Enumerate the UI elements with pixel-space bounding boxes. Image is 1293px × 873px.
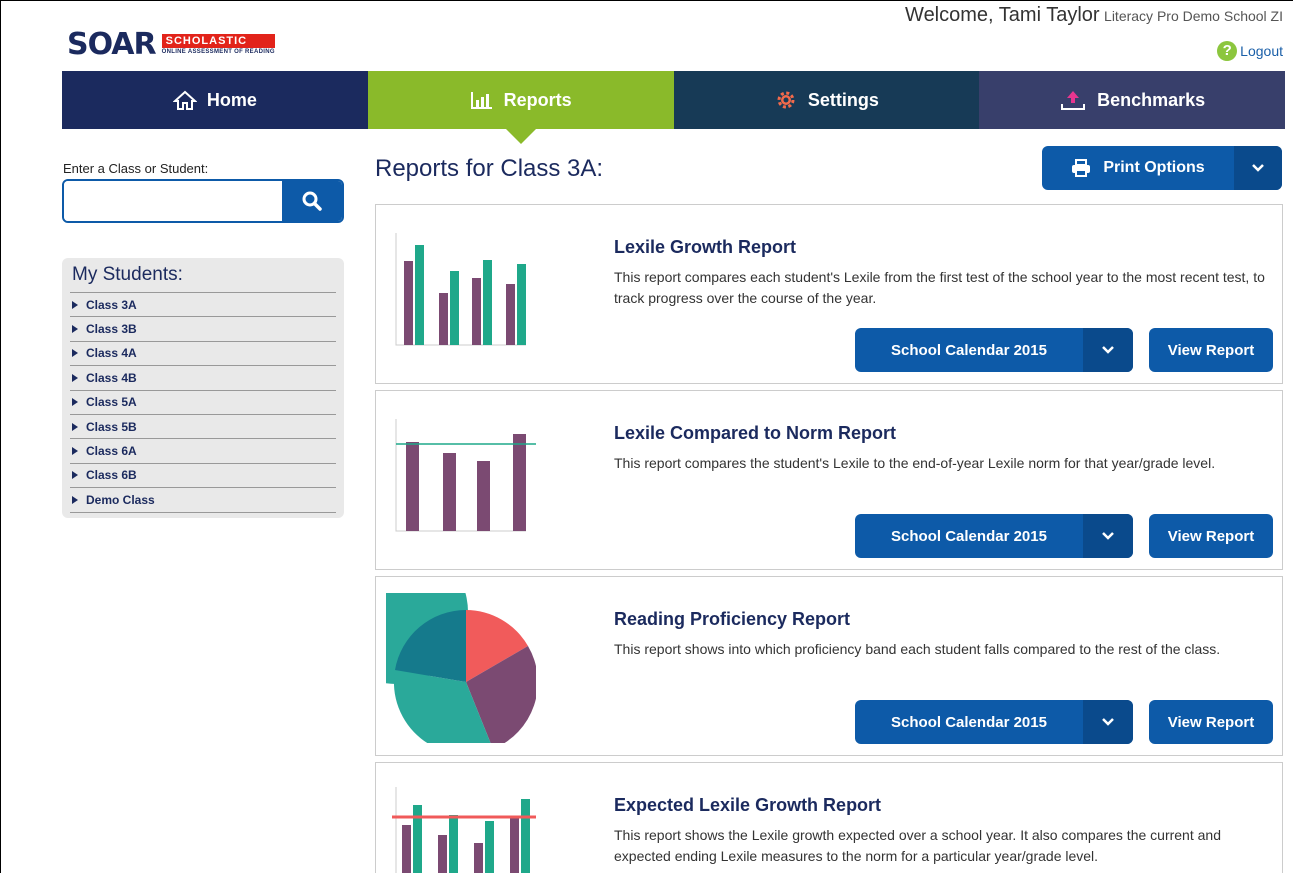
view-report-button[interactable]: View Report: [1149, 700, 1273, 744]
report-card-expected-growth: Expected Lexile Growth Report This repor…: [375, 762, 1283, 873]
search-input[interactable]: [64, 181, 282, 221]
calendar-dropdown[interactable]: [1083, 328, 1133, 372]
report-description: This report shows the Lexile growth expe…: [614, 827, 1221, 864]
lexile-growth-thumbnail: [395, 233, 526, 346]
reading-proficiency-thumbnail: [386, 593, 536, 743]
triangle-right-icon: [72, 471, 78, 480]
calendar-select[interactable]: School Calendar 2015: [855, 514, 1133, 558]
view-report-button[interactable]: View Report: [1149, 328, 1273, 372]
report-description: This report shows into which proficiency…: [614, 641, 1221, 657]
calendar-select[interactable]: School Calendar 2015: [855, 700, 1133, 744]
lexile-norm-thumbnail: [395, 419, 536, 532]
search-label: Enter a Class or Student:: [63, 161, 209, 176]
print-options-label: Print Options: [1103, 159, 1205, 176]
nav-home[interactable]: Home: [62, 71, 368, 129]
class-item[interactable]: Class 3A: [70, 293, 336, 318]
report-card-lexile-norm: Lexile Compared to Norm Report This repo…: [375, 390, 1283, 570]
welcome-message: Welcome, Tami Taylor Literacy Pro Demo S…: [905, 4, 1283, 27]
search-box: [62, 179, 344, 223]
calendar-select-label: School Calendar 2015: [891, 527, 1047, 545]
logout-area: ? Logout: [1217, 41, 1283, 61]
user-name: Tami Taylor: [998, 4, 1100, 26]
triangle-right-icon: [72, 398, 78, 407]
print-options-dropdown[interactable]: [1234, 146, 1282, 190]
class-item[interactable]: Class 6A: [70, 439, 336, 464]
calendar-dropdown[interactable]: [1083, 514, 1133, 558]
report-title: Lexile Compared to Norm Report: [614, 423, 897, 443]
scholastic-badge: SCHOLASTIC: [161, 34, 275, 48]
search-button[interactable]: [282, 181, 342, 221]
triangle-right-icon: [72, 325, 78, 334]
chevron-down-icon: [1102, 532, 1114, 540]
triangle-right-icon: [72, 300, 78, 309]
nav-reports-label: Reports: [503, 89, 572, 110]
report-description: This report compares each student's Lexi…: [614, 269, 1265, 306]
triangle-right-icon: [72, 422, 78, 431]
nav-home-label: Home: [206, 89, 257, 110]
logout-link[interactable]: Logout: [1240, 43, 1283, 59]
bar-chart-icon: [470, 92, 492, 109]
students-title: My Students:: [70, 262, 336, 293]
logo-subtitle: ONLINE ASSESSMENT OF READING: [161, 49, 275, 55]
class-item[interactable]: Class 5B: [70, 415, 336, 440]
nav-benchmarks-label: Benchmarks: [1097, 89, 1206, 110]
view-report-button[interactable]: View Report: [1149, 514, 1273, 558]
chevron-down-icon: [1102, 718, 1114, 726]
class-item[interactable]: Class 6B: [70, 464, 336, 489]
welcome-prefix: Welcome,: [905, 4, 999, 26]
report-description: This report compares the student's Lexil…: [614, 455, 1216, 471]
calendar-dropdown[interactable]: [1083, 700, 1133, 744]
logo-text: SOAR: [67, 27, 157, 62]
chevron-down-icon: [1102, 346, 1114, 354]
triangle-right-icon: [72, 349, 78, 358]
class-item[interactable]: Class 4A: [70, 342, 336, 367]
class-item[interactable]: Class 5A: [70, 391, 336, 415]
print-options-button[interactable]: Print Options: [1042, 146, 1282, 190]
triangle-right-icon: [72, 373, 78, 382]
nav-settings-label: Settings: [807, 89, 879, 110]
top-header: SOAR SCHOLASTIC ONLINE ASSESSMENT OF REA…: [1, 1, 1293, 69]
nav-reports[interactable]: Reports: [367, 71, 674, 144]
class-item[interactable]: Class 4B: [70, 366, 336, 391]
school-name: Literacy Pro Demo School ZI: [1104, 8, 1283, 24]
nav-settings[interactable]: Settings: [673, 71, 980, 129]
triangle-right-icon: [72, 447, 78, 456]
calendar-select-label: School Calendar 2015: [891, 713, 1047, 731]
soar-logo[interactable]: SOAR SCHOLASTIC ONLINE ASSESSMENT OF REA…: [67, 27, 275, 62]
calendar-select[interactable]: School Calendar 2015: [855, 328, 1133, 372]
report-card-lexile-growth: Lexile Growth Report This report compare…: [375, 204, 1283, 384]
report-card-reading-proficiency: Reading Proficiency Report This report s…: [375, 576, 1283, 756]
home-icon: [172, 90, 197, 110]
calendar-select-label: School Calendar 2015: [891, 341, 1047, 359]
main-nav: Home Reports Settings Benchmarks: [62, 71, 1285, 144]
report-title: Lexile Growth Report: [614, 237, 797, 257]
class-item[interactable]: Class 3B: [70, 317, 336, 342]
printer-icon: [1072, 159, 1091, 177]
help-icon[interactable]: ?: [1217, 41, 1238, 61]
nav-benchmarks[interactable]: Benchmarks: [979, 71, 1285, 129]
gear-icon: [777, 91, 795, 109]
my-students-panel: My Students: Class 3A Class 3B Class 4A …: [62, 258, 344, 518]
report-title: Expected Lexile Growth Report: [614, 795, 882, 815]
class-item[interactable]: Demo Class: [70, 488, 336, 513]
triangle-right-icon: [72, 495, 78, 504]
search-icon: [302, 191, 322, 211]
page-title: Reports for Class 3A:: [375, 155, 604, 182]
expected-growth-thumbnail: [392, 787, 536, 873]
upload-icon: [1061, 91, 1086, 110]
chevron-down-icon: [1252, 164, 1264, 172]
report-title: Reading Proficiency Report: [614, 609, 851, 629]
